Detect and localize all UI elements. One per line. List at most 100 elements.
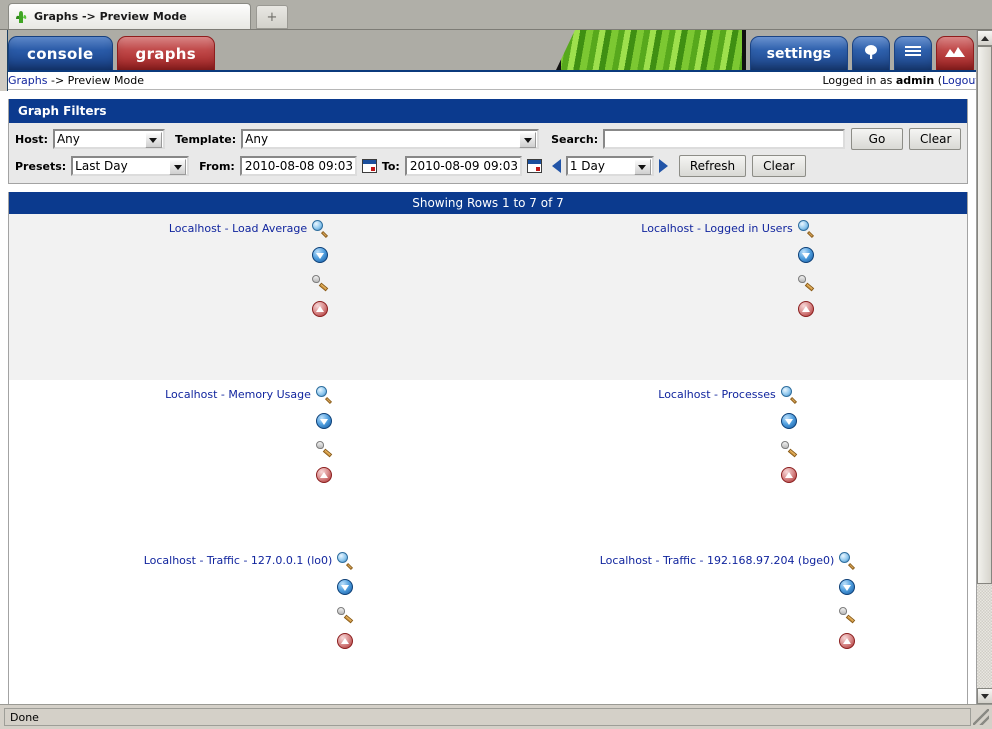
graph-action-icons <box>315 386 333 494</box>
resize-grip-icon[interactable] <box>973 709 989 725</box>
tree-view-button[interactable] <box>852 36 890 70</box>
host-label: Host: <box>15 132 48 146</box>
graph-title-link[interactable]: Localhost - Traffic - 192.168.97.204 (bg… <box>600 552 835 567</box>
browser-tab-bar: Graphs -> Preview Mode + <box>0 0 992 30</box>
interval-select-wrapper: 1 Day <box>565 156 654 176</box>
csv-export-icon[interactable] <box>839 633 856 649</box>
table-row: Localhost - Load Average Localhost - Log… <box>9 214 967 380</box>
csv-export-icon[interactable] <box>312 301 329 317</box>
preview-view-button[interactable] <box>936 36 974 70</box>
console-tab[interactable]: console <box>8 36 113 70</box>
next-period-arrow-icon[interactable] <box>658 159 668 173</box>
scroll-up-button[interactable] <box>977 30 992 46</box>
graph-title-link[interactable]: Localhost - Processes <box>658 386 775 401</box>
template-label: Template: <box>174 132 237 146</box>
vertical-scrollbar[interactable] <box>976 30 992 704</box>
filter-row-1: Host: Any Template: Any Search: Go Clear <box>15 128 961 150</box>
csv-export-icon[interactable] <box>780 467 797 483</box>
logout-link[interactable]: Logout <box>942 74 980 87</box>
breadcrumb-separator: -> <box>47 74 68 87</box>
csv-export-icon[interactable] <box>337 633 354 649</box>
cacti-header: console graphs settings <box>0 30 992 72</box>
list-view-button[interactable] <box>894 36 932 70</box>
graph-properties-icon[interactable] <box>337 606 354 624</box>
status-bar: Done <box>0 704 992 729</box>
new-tab-button[interactable]: + <box>256 5 288 29</box>
zoom-graph-icon[interactable] <box>797 220 814 239</box>
from-date-input[interactable] <box>239 156 357 176</box>
graph-properties-icon[interactable] <box>780 440 797 458</box>
graph-filters-title: Graph Filters <box>9 99 967 123</box>
list-icon <box>903 44 923 64</box>
login-username: admin <box>895 74 935 87</box>
cacti-main-tabs: console graphs <box>8 36 219 70</box>
zoom-graph-icon[interactable] <box>839 552 856 571</box>
presets-select[interactable]: Last Day <box>71 156 190 176</box>
graph-cell: Localhost - Processes <box>488 380 967 546</box>
browser-tab-title: Graphs -> Preview Mode <box>34 10 187 23</box>
graphs-tab[interactable]: graphs <box>116 36 215 70</box>
clear-period-button[interactable]: Clear <box>752 155 806 177</box>
zoom-graph-icon[interactable] <box>780 386 797 405</box>
tree-icon <box>862 43 880 65</box>
graph-properties-icon[interactable] <box>315 440 333 458</box>
zoom-graph-icon[interactable] <box>337 552 354 571</box>
login-prefix: Logged in as <box>822 74 896 87</box>
browser-tab[interactable]: Graphs -> Preview Mode <box>8 3 251 29</box>
template-select-wrapper: Any <box>241 129 540 149</box>
go-button[interactable]: Go <box>851 128 903 150</box>
graph-title-link[interactable]: Localhost - Memory Usage <box>165 386 311 401</box>
download-graph-icon[interactable] <box>337 579 354 595</box>
graph-action-icons <box>337 552 354 660</box>
graph-filters-body: Host: Any Template: Any Search: Go Clear… <box>9 123 967 183</box>
previous-period-arrow-icon[interactable] <box>551 159 561 173</box>
presets-label: Presets: <box>15 159 67 173</box>
search-input[interactable] <box>603 129 845 149</box>
csv-export-icon[interactable] <box>797 301 814 317</box>
breadcrumb-graphs-link[interactable]: Graphs <box>8 74 47 87</box>
graph-title-link[interactable]: Localhost - Traffic - 127.0.0.1 (lo0) <box>144 552 333 567</box>
graph-properties-icon[interactable] <box>312 274 329 292</box>
graph-properties-icon[interactable] <box>839 606 856 624</box>
host-select[interactable]: Any <box>52 129 165 149</box>
scrollbar-track[interactable] <box>977 46 992 688</box>
calendar-icon[interactable] <box>526 159 542 173</box>
download-graph-icon[interactable] <box>839 579 856 595</box>
presets-select-wrapper: Last Day <box>71 156 190 176</box>
graph-action-icons <box>797 220 814 328</box>
zoom-graph-icon[interactable] <box>315 386 332 405</box>
interval-select[interactable]: 1 Day <box>565 156 654 176</box>
download-graph-icon[interactable] <box>312 247 329 263</box>
graph-title-link[interactable]: Localhost - Logged in Users <box>641 220 792 235</box>
csv-export-icon[interactable] <box>315 467 332 483</box>
status-text: Done <box>4 708 971 726</box>
host-select-wrapper: Any <box>52 129 165 149</box>
graph-action-icons <box>839 552 856 660</box>
breadcrumb: Graphs -> Preview Mode <box>8 74 144 87</box>
graph-cell: Localhost - Logged in Users <box>488 214 967 380</box>
table-row: Localhost - Memory Usage Localhost - Pro… <box>9 380 967 546</box>
table-row: Localhost - Traffic - 127.0.0.1 (lo0) Lo… <box>9 546 967 704</box>
download-graph-icon[interactable] <box>797 247 814 263</box>
clear-button[interactable]: Clear <box>909 128 961 150</box>
showing-rows-label: Showing Rows 1 to 7 of 7 <box>9 192 967 214</box>
scrollbar-thumb[interactable] <box>977 46 992 584</box>
template-select[interactable]: Any <box>241 129 540 149</box>
graph-properties-icon[interactable] <box>797 274 814 292</box>
download-graph-icon[interactable] <box>780 413 797 429</box>
plus-icon: + <box>266 9 278 25</box>
graph-title-link[interactable]: Localhost - Load Average <box>169 220 307 235</box>
zoom-graph-icon[interactable] <box>312 220 329 239</box>
to-date-input[interactable] <box>404 156 522 176</box>
breadcrumb-current: Preview Mode <box>67 74 144 87</box>
page-content: Graph Filters Host: Any Template: Any Se… <box>0 91 976 704</box>
scroll-down-button[interactable] <box>977 688 992 704</box>
from-label: From: <box>199 159 235 173</box>
refresh-button[interactable]: Refresh <box>678 155 747 177</box>
settings-button-label: settings <box>766 46 831 62</box>
graph-filters-panel: Graph Filters Host: Any Template: Any Se… <box>8 99 968 184</box>
download-graph-icon[interactable] <box>315 413 332 429</box>
settings-button[interactable]: settings <box>749 36 848 70</box>
mountains-graph-icon <box>944 45 966 63</box>
calendar-icon[interactable] <box>361 159 377 173</box>
